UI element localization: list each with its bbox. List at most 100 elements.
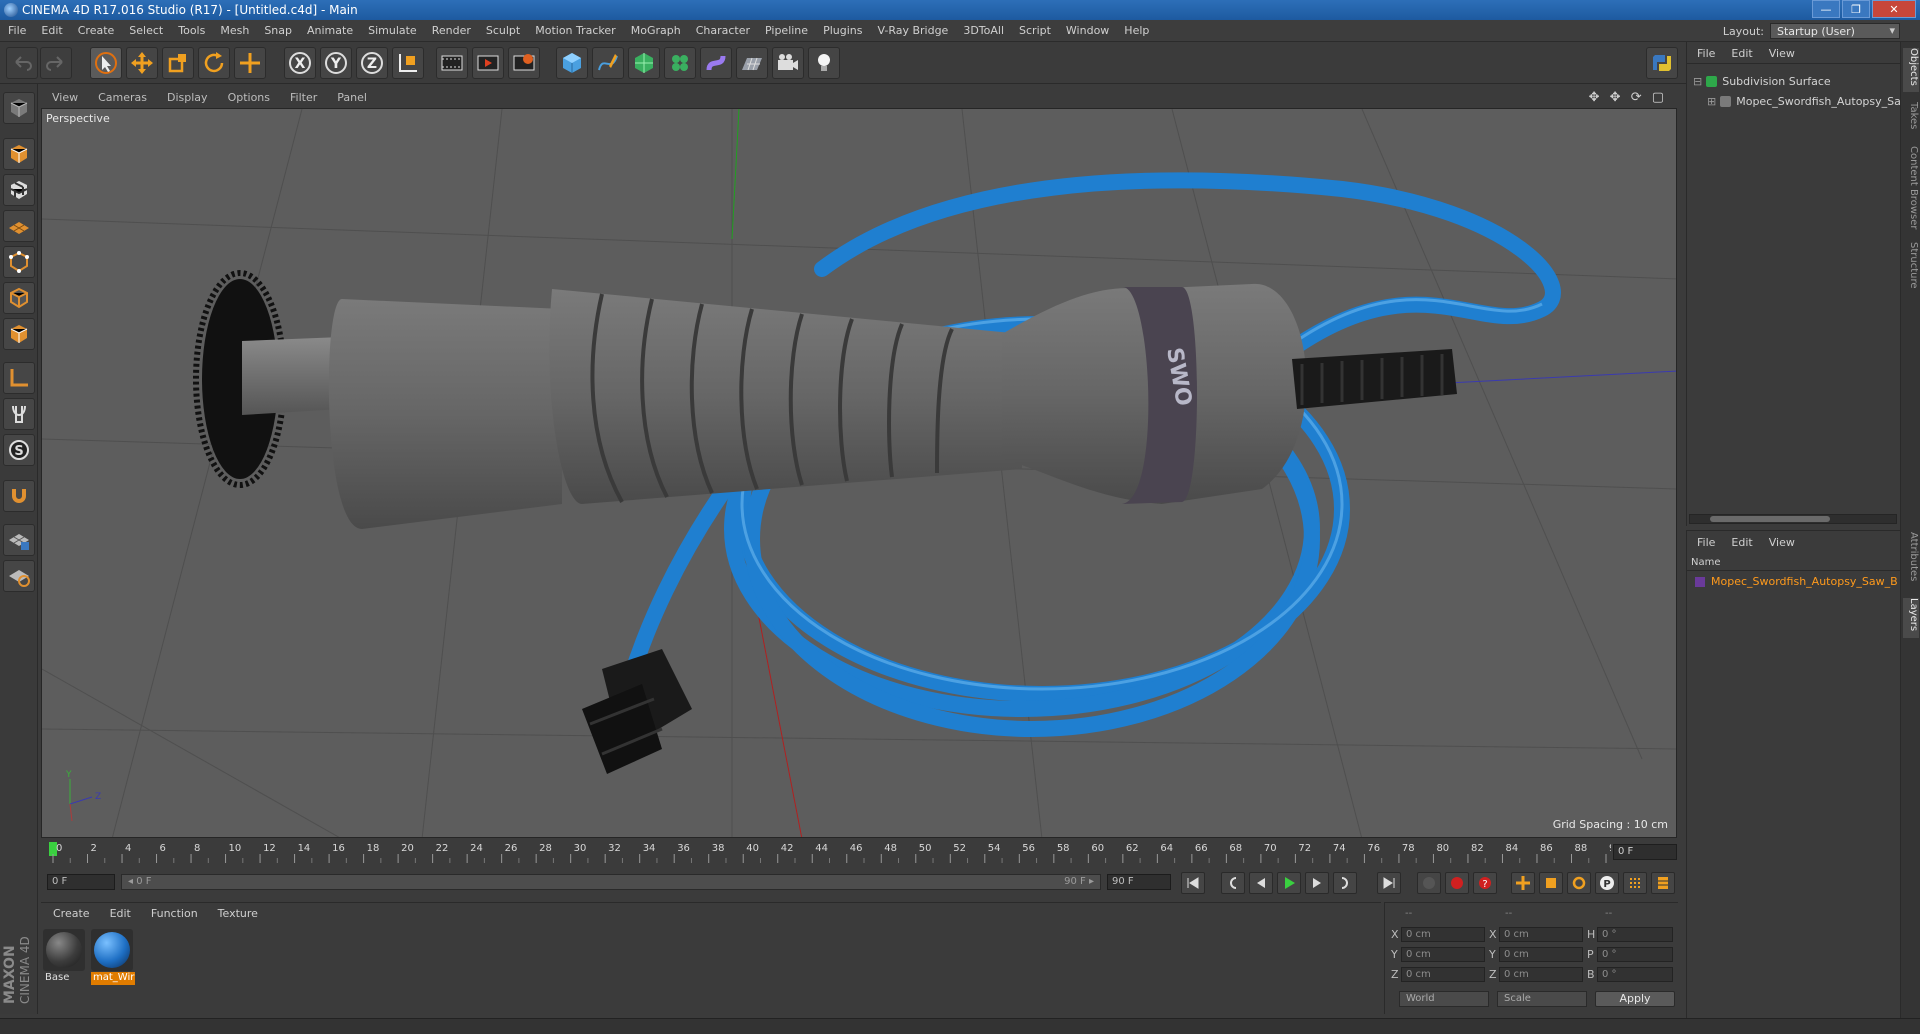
solo-icon[interactable]: S [3, 434, 35, 466]
material-menu-create[interactable]: Create [41, 903, 98, 920]
layer-menu-view[interactable]: View [1759, 531, 1801, 549]
viewport-menu-view[interactable]: View [41, 88, 87, 104]
render-view-icon[interactable] [436, 47, 468, 79]
material-menu-function[interactable]: Function [139, 903, 206, 920]
point-level-animation-icon[interactable] [1623, 872, 1647, 894]
start-frame-field[interactable]: 0 F [47, 874, 115, 890]
object-menu-view[interactable]: View [1759, 42, 1801, 60]
play-icon[interactable] [1277, 872, 1301, 894]
menu-render[interactable]: Render [424, 20, 478, 37]
tab-objects[interactable]: Objects [1903, 48, 1919, 92]
frame-range-slider[interactable]: ◂ 0 F 90 F ▸ [121, 874, 1101, 890]
scale-key-icon[interactable] [1539, 872, 1563, 894]
material-menu-texture[interactable]: Texture [206, 903, 266, 920]
menu-script[interactable]: Script [1011, 20, 1058, 37]
menu-motion-tracker[interactable]: Motion Tracker [527, 20, 622, 37]
menu-animate[interactable]: Animate [299, 20, 360, 37]
rotation-key-icon[interactable] [1567, 872, 1591, 894]
next-key-icon[interactable] [1333, 872, 1357, 894]
go-to-end-icon[interactable] [1377, 872, 1401, 894]
viewport-menu-filter[interactable]: Filter [279, 88, 326, 104]
position-z-field[interactable]: 0 cm [1401, 967, 1485, 982]
size-mode-dropdown[interactable]: Scale [1497, 991, 1587, 1007]
timeline-ruler[interactable]: 0 2 4 6 8 10 12 14 16 18 20 22 24 26 28 30 32 34 36 38 40 42 4… [41, 840, 1677, 864]
tree-item-saw-model[interactable]: ⊞ Mopec_Swordfish_Autopsy_Saw_ [1707, 92, 1915, 110]
expand-icon[interactable]: ⊞ [1707, 95, 1716, 108]
viewport-menu-display[interactable]: Display [156, 88, 217, 104]
cloner-icon[interactable] [664, 47, 696, 79]
perspective-viewport[interactable]: SWO Y Z Perspective Grid Spacing : 10 cm [41, 108, 1677, 838]
menu-sculpt[interactable]: Sculpt [478, 20, 527, 37]
live-selection-icon[interactable] [234, 47, 266, 79]
object-menu-edit[interactable]: Edit [1721, 42, 1758, 60]
pen-spline-icon[interactable] [592, 47, 624, 79]
floor-icon[interactable] [736, 47, 768, 79]
previous-key-icon[interactable] [1221, 872, 1245, 894]
texture-mode-icon[interactable] [3, 174, 35, 206]
menu-pipeline[interactable]: Pipeline [757, 20, 815, 37]
keyframe-selection-icon[interactable]: ? [1473, 872, 1497, 894]
redo-icon[interactable] [40, 47, 72, 79]
object-menu-file[interactable]: File [1687, 42, 1721, 60]
viewport-navigation-icons[interactable]: ✥ ✥ ⟳ ▢ [1589, 90, 1667, 105]
light-icon[interactable] [808, 47, 840, 79]
size-y-field[interactable]: 0 cm [1499, 947, 1583, 962]
minimize-button[interactable]: — [1812, 0, 1840, 18]
position-y-field[interactable]: 0 cm [1401, 947, 1485, 962]
make-editable-icon[interactable] [3, 92, 35, 124]
viewport-menu-options[interactable]: Options [217, 88, 279, 104]
edges-mode-icon[interactable] [3, 282, 35, 314]
object-manager-scrollbar[interactable] [1689, 514, 1897, 524]
parameter-key-icon[interactable]: P [1595, 872, 1619, 894]
deformer-icon[interactable] [700, 47, 732, 79]
workplane-mode-icon[interactable] [3, 210, 35, 242]
menu-edit[interactable]: Edit [33, 20, 69, 37]
menu-mograph[interactable]: MoGraph [623, 20, 688, 37]
rotation-p-field[interactable]: 0 ° [1597, 947, 1673, 962]
tweak-mode-icon[interactable] [3, 398, 35, 430]
edit-render-settings-icon[interactable] [508, 47, 540, 79]
workplane-axis-icon[interactable] [3, 560, 35, 592]
undo-icon[interactable] [6, 47, 38, 79]
menu-character[interactable]: Character [688, 20, 757, 37]
tree-item-subdivision-surface[interactable]: ⊟ Subdivision Surface [1693, 72, 1831, 90]
menu-file[interactable]: File [0, 20, 33, 37]
maximize-button[interactable]: ❐ [1842, 0, 1870, 18]
render-picture-viewer-icon[interactable] [472, 47, 504, 79]
menu-select[interactable]: Select [121, 20, 170, 37]
points-mode-icon[interactable] [3, 246, 35, 278]
layer-row[interactable]: Mopec_Swordfish_Autopsy_Saw_B [1695, 575, 1898, 588]
record-keys-icon[interactable] [1417, 872, 1441, 894]
menu-plugins[interactable]: Plugins [815, 20, 869, 37]
layer-menu-edit[interactable]: Edit [1721, 531, 1758, 549]
layer-menu-file[interactable]: File [1687, 531, 1721, 549]
x-axis-icon[interactable]: X [284, 47, 316, 79]
coordinate-system-icon[interactable] [392, 47, 424, 79]
model-mode-icon[interactable] [3, 138, 35, 170]
layout-dropdown[interactable]: Startup (User) [1770, 23, 1900, 39]
cube-icon[interactable] [556, 47, 588, 79]
viewport-menu-cameras[interactable]: Cameras [87, 88, 156, 104]
tab-content-browser[interactable]: Content Browser [1903, 146, 1919, 236]
position-key-icon[interactable] [1511, 872, 1535, 894]
select-cursor-icon[interactable] [90, 47, 122, 79]
tab-takes[interactable]: Takes [1903, 102, 1919, 136]
current-frame-field[interactable]: 0 F [1613, 844, 1677, 860]
menu-snap[interactable]: Snap [256, 20, 299, 37]
previous-frame-icon[interactable] [1249, 872, 1273, 894]
menu-window[interactable]: Window [1058, 20, 1116, 37]
material-swatch-mat-wir[interactable]: mat_Wir [91, 929, 135, 985]
next-frame-icon[interactable] [1305, 872, 1329, 894]
material-menu-edit[interactable]: Edit [98, 903, 139, 920]
menu-mesh[interactable]: Mesh [212, 20, 256, 37]
menu-create[interactable]: Create [70, 20, 122, 37]
close-button[interactable]: ✕ [1872, 0, 1916, 18]
menu-help[interactable]: Help [1116, 20, 1156, 37]
menu-3dtoall[interactable]: 3DToAll [955, 20, 1011, 37]
move-icon[interactable] [126, 47, 158, 79]
y-axis-icon[interactable]: Y [320, 47, 352, 79]
material-swatch-base[interactable]: Base [43, 929, 87, 985]
tab-layers[interactable]: Layers [1903, 598, 1919, 638]
size-x-field[interactable]: 0 cm [1499, 927, 1583, 942]
size-z-field[interactable]: 0 cm [1499, 967, 1583, 982]
